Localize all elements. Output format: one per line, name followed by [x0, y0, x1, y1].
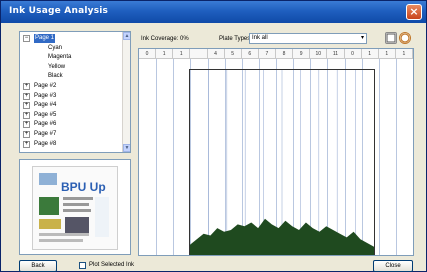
title-bar[interactable]: Ink Usage Analysis ×: [1, 1, 426, 23]
tree-scrollbar[interactable]: ▲ ▼: [122, 32, 130, 152]
tree-item-label: Page #7: [34, 131, 57, 137]
tree-item-label: Cyan: [48, 44, 63, 51]
ruler-mark: 0: [345, 49, 362, 59]
tree-item-label: Page 1: [34, 34, 56, 43]
close-button[interactable]: Close: [373, 260, 413, 272]
ruler-mark: 7: [259, 49, 276, 59]
ruler-mark: 8: [276, 49, 294, 59]
overlay-icon[interactable]: [385, 32, 397, 44]
ink-histogram-panel: 0 1 1 4 5 6 7 8 9 10 11 0 1 1 1: [138, 48, 414, 256]
ruler-mark: 1: [156, 49, 174, 59]
expand-icon[interactable]: +: [23, 131, 30, 138]
ruler-mark: 4: [208, 49, 225, 59]
ink-coverage-label: Ink Coverage: 0%: [141, 36, 189, 42]
window-title: Ink Usage Analysis: [9, 6, 109, 16]
tree-item-label: Page #3: [34, 92, 57, 99]
tree-item-label: Black: [48, 73, 63, 80]
plate-types-select[interactable]: Ink all ▾: [249, 33, 367, 44]
back-button[interactable]: Back: [19, 260, 57, 272]
expand-icon[interactable]: +: [23, 83, 30, 90]
grid-line: [173, 59, 175, 255]
ink-ruler: 0 1 1 4 5 6 7 8 9 10 11 0 1 1 1: [139, 49, 413, 59]
thumbnail-headline: BPU Up: [61, 180, 106, 194]
grid-line: [395, 59, 397, 255]
page-preview-panel: BPU Up: [19, 159, 131, 255]
ruler-mark: 0: [139, 49, 157, 59]
ruler-mark: [190, 49, 208, 59]
tree-item-label: Page #5: [34, 111, 57, 118]
page-thumbnail-icon: BPU Up: [32, 166, 118, 250]
plate-types-value: Ink all: [252, 35, 268, 41]
tree-item-label: Page #8: [34, 140, 57, 147]
plate-types-label: Plate Types:: [219, 36, 252, 42]
ruler-mark: 5: [225, 49, 242, 59]
grid-line: [156, 59, 158, 255]
histogram-plot-area: [189, 69, 375, 255]
page-tree[interactable]: − Page 1 Cyan Magenta Yellow Black + Page #2 + Pa…: [19, 31, 131, 153]
close-icon[interactable]: ×: [406, 4, 422, 20]
ruler-mark: 6: [242, 49, 259, 59]
expand-icon[interactable]: +: [23, 121, 30, 129]
ruler-mark: 9: [293, 49, 311, 59]
grid-line: [378, 59, 380, 255]
ruler-mark: 1: [362, 49, 379, 59]
chevron-down-icon: ▾: [360, 35, 364, 41]
ruler-mark: 1: [379, 49, 396, 59]
ruler-mark: 10: [310, 49, 328, 59]
ruler-mark: 1: [173, 49, 191, 59]
info-icon[interactable]: [399, 32, 411, 44]
scroll-up-icon[interactable]: ▲: [123, 32, 130, 40]
expand-icon[interactable]: +: [23, 92, 30, 100]
expand-icon[interactable]: +: [23, 140, 30, 148]
tree-item-label: Page #6: [34, 121, 57, 128]
expand-icon[interactable]: +: [23, 111, 30, 119]
expand-icon[interactable]: +: [23, 102, 30, 110]
ink-histogram: [190, 70, 374, 255]
tree-item-label: Page #4: [34, 102, 57, 109]
ruler-mark: 11: [327, 49, 345, 59]
collapse-icon[interactable]: −: [23, 35, 30, 42]
ruler-mark: 1: [396, 49, 413, 59]
tree-item-label: Page #2: [34, 83, 57, 89]
tree-item-label: Yellow: [48, 63, 66, 70]
tree-item-label: Magenta: [48, 54, 72, 61]
scroll-down-icon[interactable]: ▼: [123, 144, 130, 152]
ink-usage-window: Ink Usage Analysis × − Page 1 Cyan Magenta Y…: [0, 0, 427, 272]
plot-selected-ink-label: Plot Selected Ink: [89, 262, 135, 268]
plot-selected-ink-checkbox[interactable]: [79, 262, 86, 269]
